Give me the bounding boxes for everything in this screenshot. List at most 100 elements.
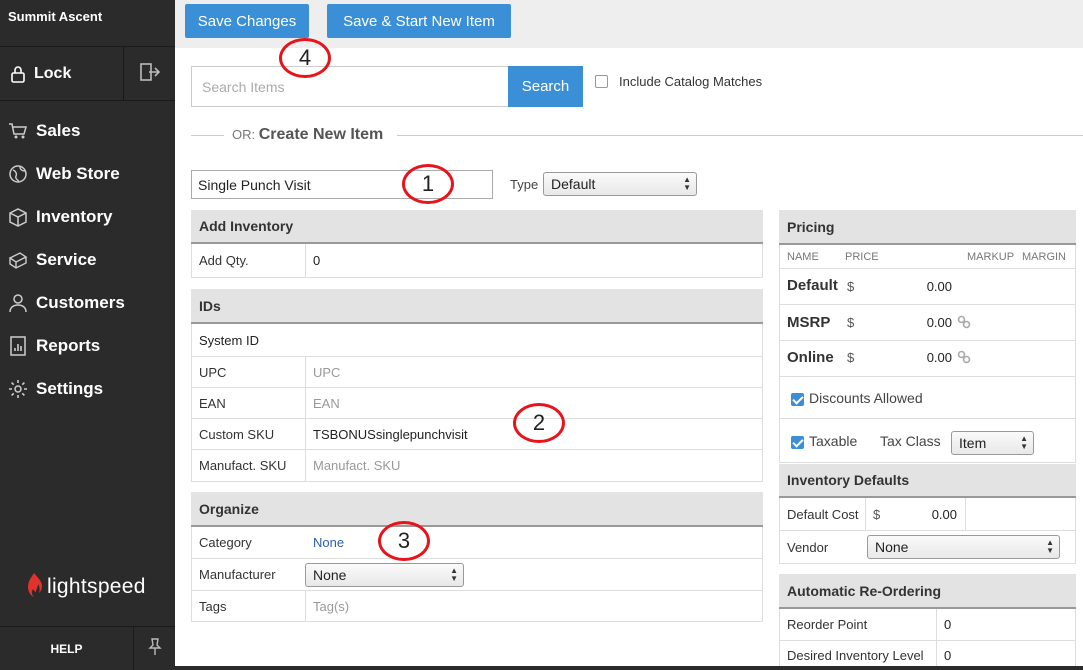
divider-line xyxy=(191,135,224,136)
annotation-marker: 1 xyxy=(402,164,454,204)
checkbox-box[interactable] xyxy=(595,75,608,88)
link-icon[interactable] xyxy=(957,315,971,333)
add-inventory-header: Add Inventory xyxy=(191,210,763,244)
add-qty-input[interactable]: 0 xyxy=(306,253,762,268)
add-qty-label: Add Qty. xyxy=(192,244,306,277)
desired-level-input[interactable]: 0 xyxy=(937,648,1075,663)
price-row-msrp: MSRP $ 0.00 xyxy=(779,305,1076,341)
tags-input[interactable]: Tag(s) xyxy=(306,599,762,614)
price-name: Online xyxy=(787,349,834,366)
price-value-input[interactable]: 0.00 xyxy=(900,350,952,365)
manufacturer-select-value: None xyxy=(313,567,347,583)
tax-class-select[interactable]: Item ▲ ▼ xyxy=(951,431,1034,455)
tax-class-select-value: Item xyxy=(959,435,987,451)
manufacturer-row: Manufacturer xyxy=(191,559,763,591)
custom-sku-row: Custom SKU TSBONUSsinglepunchvisit xyxy=(191,419,763,450)
select-arrows-icon: ▲ ▼ xyxy=(1046,538,1054,555)
annotation-marker: 4 xyxy=(279,38,331,78)
system-id-row: System ID xyxy=(191,324,763,357)
sidebar-item-web-store[interactable]: Web Store xyxy=(0,152,175,195)
search-input[interactable] xyxy=(191,66,509,107)
create-divider: OR: Create New Item xyxy=(191,126,1083,146)
sidebar-item-label: Service xyxy=(36,249,97,269)
create-heading: OR: Create New Item xyxy=(232,126,383,144)
upc-input[interactable]: UPC xyxy=(306,365,762,380)
reorder-point-input[interactable]: 0 xyxy=(937,617,1075,632)
select-arrows-icon: ▲ ▼ xyxy=(1020,434,1028,451)
lock-button[interactable]: Lock xyxy=(0,47,123,100)
sidebar-item-customers[interactable]: Customers xyxy=(0,281,175,324)
price-name: Default xyxy=(787,277,838,294)
sidebar-item-label: Settings xyxy=(36,378,104,398)
help-button[interactable]: HELP xyxy=(0,627,133,670)
default-cost-label: Default Cost xyxy=(780,498,866,530)
category-row: Category None xyxy=(191,527,763,559)
ean-row: EAN EAN xyxy=(191,388,763,419)
discounts-checkbox[interactable] xyxy=(791,393,804,406)
sidebar-item-sales[interactable]: Sales xyxy=(0,109,175,152)
type-select[interactable]: Default ▲ ▼ xyxy=(543,172,697,196)
price-value-input[interactable]: 0.00 xyxy=(900,315,952,330)
discounts-label: Discounts Allowed xyxy=(809,390,923,406)
ean-label: EAN xyxy=(192,388,306,418)
type-label: Type xyxy=(510,177,539,192)
divider-line xyxy=(397,135,1083,136)
cart-icon xyxy=(8,121,28,141)
col-name-header: NAME xyxy=(787,251,819,263)
annotation-marker: 3 xyxy=(378,521,430,561)
vendor-select[interactable]: None ▲ ▼ xyxy=(867,535,1060,559)
reorder-point-label: Reorder Point xyxy=(780,609,937,640)
pricing-columns-row: NAME PRICE MARKUP MARGIN xyxy=(779,245,1076,269)
gear-icon xyxy=(8,379,28,399)
tax-class-label: Tax Class xyxy=(880,433,941,449)
category-link[interactable]: None xyxy=(306,535,762,550)
vendor-select-value: None xyxy=(875,539,909,555)
search-button[interactable]: Search xyxy=(508,66,583,107)
inventory-defaults-header: Inventory Defaults xyxy=(779,464,1076,498)
discounts-row: Discounts Allowed xyxy=(779,377,1076,419)
manufacturer-select[interactable]: None ▲ ▼ xyxy=(305,563,464,587)
pin-icon xyxy=(147,638,162,659)
lock-row: Lock xyxy=(0,47,175,101)
save-and-new-button[interactable]: Save & Start New Item xyxy=(327,4,511,38)
pin-button[interactable] xyxy=(133,627,175,670)
logo-text: lightspeed xyxy=(47,574,146,598)
select-arrows-icon: ▲ ▼ xyxy=(683,175,691,192)
sidebar-item-reports[interactable]: Reports xyxy=(0,324,175,367)
taxable-label: Taxable xyxy=(809,433,858,449)
sidebar-item-label: Web Store xyxy=(36,163,120,183)
upc-label: UPC xyxy=(192,357,306,387)
sidebar-item-label: Inventory xyxy=(36,206,113,226)
reordering-header: Automatic Re-Ordering xyxy=(779,574,1076,609)
col-price-header: PRICE xyxy=(845,251,879,263)
manufact-sku-input[interactable]: Manufact. SKU xyxy=(306,458,762,473)
default-cost-input[interactable]: 0.00 xyxy=(886,498,966,530)
sidebar-footer: HELP xyxy=(0,626,175,670)
reorder-point-row: Reorder Point 0 xyxy=(779,609,1076,641)
box-icon xyxy=(8,207,28,227)
sidebar-item-service[interactable]: Service xyxy=(0,238,175,281)
sidebar-item-inventory[interactable]: Inventory xyxy=(0,195,175,238)
include-catalog-checkbox[interactable]: Include Catalog Matches xyxy=(595,74,762,89)
price-value-input[interactable]: 0.00 xyxy=(900,279,952,294)
ticket-icon xyxy=(8,250,28,270)
logout-icon xyxy=(139,62,161,85)
category-label: Category xyxy=(199,535,252,550)
select-arrows-icon: ▲ ▼ xyxy=(450,566,458,583)
bottom-edge xyxy=(175,666,1083,670)
upc-row: UPC UPC xyxy=(191,357,763,388)
sidebar: Summit Ascent Lock Sales Web Store Inven… xyxy=(0,0,175,670)
add-qty-row: Add Qty. 0 xyxy=(191,244,763,278)
lightspeed-logo: lightspeed xyxy=(26,572,146,601)
globe-icon xyxy=(8,164,28,184)
taxable-checkbox[interactable] xyxy=(791,436,804,449)
sidebar-item-label: Reports xyxy=(36,335,101,355)
price-currency: $ xyxy=(847,315,855,330)
save-changes-button[interactable]: Save Changes xyxy=(185,4,309,38)
price-row-online: Online $ 0.00 xyxy=(779,341,1076,377)
link-icon[interactable] xyxy=(957,350,971,368)
logout-button[interactable] xyxy=(123,47,175,100)
organize-header: Organize xyxy=(191,492,763,527)
sidebar-item-settings[interactable]: Settings xyxy=(0,367,175,410)
tags-label: Tags xyxy=(192,591,306,621)
